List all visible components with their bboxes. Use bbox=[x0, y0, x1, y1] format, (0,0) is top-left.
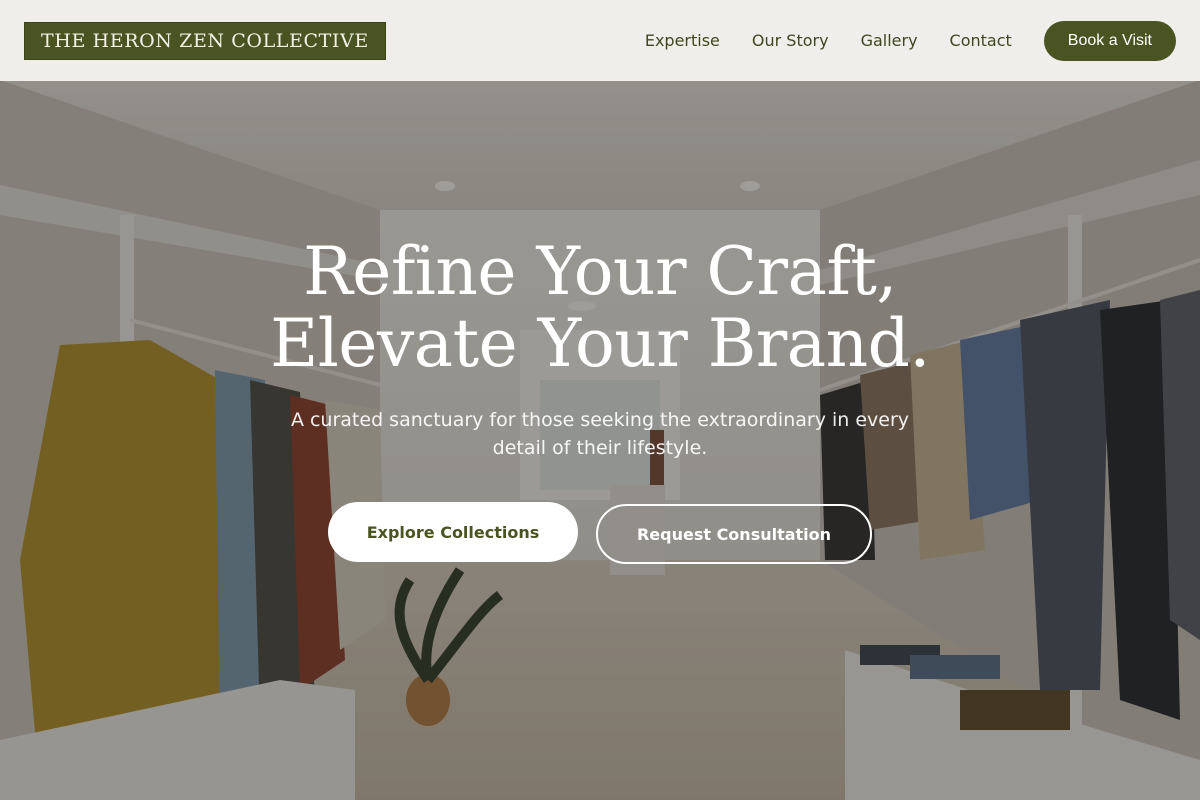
brand-logo[interactable]: THE HERON ZEN COLLECTIVE bbox=[24, 21, 386, 60]
hero-headline-line-2: Elevate Your Brand. bbox=[270, 305, 930, 382]
request-consultation-button[interactable]: Request Consultation bbox=[596, 504, 872, 564]
book-a-visit-button[interactable]: Book a Visit bbox=[1043, 20, 1176, 61]
landing-page: THE HERON ZEN COLLECTIVE Expertise Our S… bbox=[0, 0, 1200, 800]
hero-headline: Refine Your Craft, Elevate Your Brand. bbox=[0, 236, 1200, 380]
hero-actions: Explore Collections Request Consultation bbox=[0, 502, 1200, 564]
hero-subtitle: A curated sanctuary for those seeking th… bbox=[290, 409, 910, 459]
explore-collections-button[interactable]: Explore Collections bbox=[328, 502, 578, 562]
hero-content: Refine Your Craft, Elevate Your Brand. A… bbox=[0, 236, 1200, 564]
hero-headline-line-1: Refine Your Craft, bbox=[303, 233, 897, 310]
nav-link-contact[interactable]: Contact bbox=[950, 31, 1012, 50]
nav-link-gallery[interactable]: Gallery bbox=[861, 31, 918, 50]
main-nav: Expertise Our Story Gallery Contact bbox=[645, 31, 1012, 50]
nav-link-our-story[interactable]: Our Story bbox=[752, 31, 829, 50]
nav-link-expertise[interactable]: Expertise bbox=[645, 31, 720, 50]
site-header: THE HERON ZEN COLLECTIVE Expertise Our S… bbox=[0, 0, 1200, 81]
